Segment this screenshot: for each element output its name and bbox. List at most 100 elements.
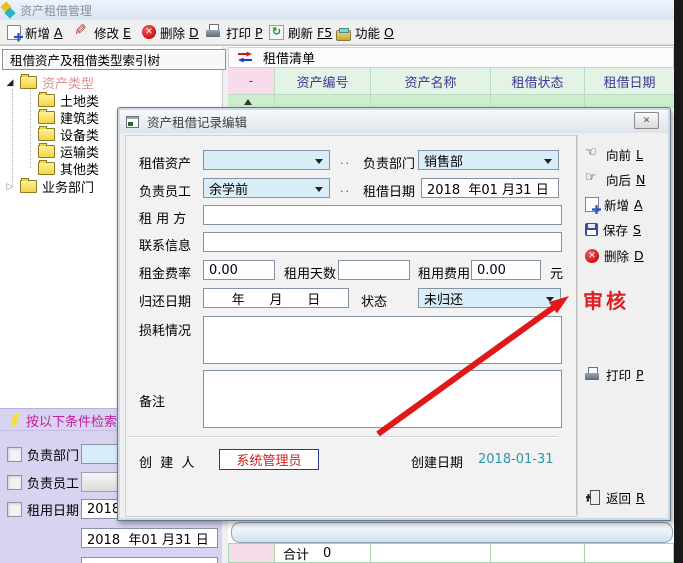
column-header-lease-date[interactable]: 租借日期 xyxy=(585,68,674,95)
employee-label: 负责员工 xyxy=(139,181,191,200)
dialog-close-button[interactable] xyxy=(634,112,659,129)
renter-label: 租 用 方 xyxy=(139,208,186,227)
lease-asset-label: 租借资产 xyxy=(139,153,191,172)
tree-node-asset-type[interactable]: ◢ 资产类型 xyxy=(5,73,94,92)
dialog-forward-button[interactable]: 向前L xyxy=(585,145,643,164)
lease-date-field[interactable]: 2018 年01 月31 日 xyxy=(421,178,559,198)
main-titlebar: 资产租借管理 xyxy=(0,0,674,21)
print-icon xyxy=(206,24,222,40)
new-icon xyxy=(585,197,599,212)
employee-checkbox[interactable] xyxy=(7,475,22,490)
employee-browse-dots[interactable]: .. xyxy=(340,182,351,195)
list-header-row: - 资产编号 资产名称 租借状态 租借日期 xyxy=(228,68,674,95)
hand-left-icon xyxy=(585,147,601,163)
fee-label: 租用费用 xyxy=(418,263,470,282)
wear-label: 损耗情况 xyxy=(139,320,191,339)
fee-field[interactable]: 0.00 xyxy=(471,260,541,280)
dialog-window-icon xyxy=(126,116,139,128)
dialog-save-button[interactable]: 保存S xyxy=(585,220,641,239)
dialog-new-button[interactable]: 新增A xyxy=(585,195,643,214)
dialog-print-button[interactable]: 打印P xyxy=(585,365,644,384)
toolbar-delete-button[interactable]: 删除D xyxy=(139,22,202,42)
delete-icon xyxy=(142,25,156,39)
lease-asset-browse-dots[interactable]: .. xyxy=(340,154,351,167)
app-logo-icon xyxy=(0,2,16,18)
note-textarea[interactable] xyxy=(203,370,562,428)
lease-list-titlebar: 租借清单 xyxy=(228,47,674,68)
fee-unit-label: 元 xyxy=(550,263,563,282)
tree-guide-line xyxy=(12,89,13,187)
employee-combo[interactable]: 余学前 xyxy=(203,178,330,198)
toolbar-refresh-button[interactable]: 刷新F5 xyxy=(266,22,335,42)
renter-field[interactable] xyxy=(203,205,562,225)
column-header-asset-no[interactable]: 资产编号 xyxy=(275,68,371,95)
tree-guide-line xyxy=(30,89,31,168)
toolbar-print-button[interactable]: 打印P xyxy=(203,22,266,42)
return-date-field[interactable]: 年 月 日 xyxy=(203,288,349,308)
screen-edge xyxy=(674,0,683,563)
horizontal-scrollbar[interactable] xyxy=(231,522,673,543)
lease-date-label: 租借日期 xyxy=(363,181,415,200)
filter-row-employee: 负责员工 xyxy=(7,473,79,492)
wear-textarea[interactable] xyxy=(203,316,562,364)
current-row-marker xyxy=(244,99,252,105)
filter-field-partial[interactable] xyxy=(81,557,218,563)
toolbar-edit-button[interactable]: 修改E xyxy=(71,22,134,42)
created-date-label: 创建日期 xyxy=(411,452,463,471)
days-label: 租用天数 xyxy=(284,263,336,282)
total-label: 合计 xyxy=(283,544,309,563)
status-label: 状态 xyxy=(361,291,387,310)
rate-label: 租金费率 xyxy=(139,263,191,282)
column-header-asset-name[interactable]: 资产名称 xyxy=(371,68,491,95)
dialog-divider xyxy=(129,436,558,438)
rate-field[interactable]: 0.00 xyxy=(203,260,275,280)
lease-asset-combo[interactable] xyxy=(203,150,330,170)
asset-rental-app-window: 资产租借管理 新增A 修改E 删除D 打印P 刷新F5 功能O xyxy=(0,0,683,563)
main-toolbar: 新增A 修改E 删除D 打印P 刷新F5 功能O xyxy=(0,20,674,44)
dialog-return-button[interactable]: 返回R xyxy=(585,488,645,507)
contact-field[interactable] xyxy=(203,232,562,252)
lease-date-checkbox[interactable] xyxy=(7,502,22,517)
lease-date-filter-field-end[interactable]: 2018 年01 月31 日 xyxy=(81,528,218,548)
contact-label: 联系信息 xyxy=(139,235,191,254)
dialog-side-panel: 向前L 向后N 新增A 保存S 删除D 审核 打印P xyxy=(577,135,669,515)
days-field[interactable] xyxy=(338,260,410,280)
lightning-icon xyxy=(9,414,20,429)
dialog-titlebar[interactable]: 资产租借记录编辑 xyxy=(120,110,668,133)
column-header-marker[interactable]: - xyxy=(228,68,275,95)
dialog-delete-button[interactable]: 删除D xyxy=(585,246,644,265)
column-header-lease-status[interactable]: 租借状态 xyxy=(491,68,585,95)
toolbar-new-button[interactable]: 新增A xyxy=(4,22,66,42)
total-row: 合计 0 xyxy=(228,543,674,563)
tree-node-other[interactable]: 其他类 xyxy=(38,159,99,178)
creator-button[interactable]: 系统管理员 xyxy=(219,449,319,470)
toolbar-function-button[interactable]: 功能O xyxy=(333,22,397,42)
print-icon xyxy=(585,367,601,383)
tree-node-business-dept[interactable]: ▷ 业务部门 xyxy=(5,177,94,196)
folder-icon xyxy=(38,128,55,141)
refresh-icon xyxy=(269,25,284,40)
tree-panel-header: 租借资产及租借类型索引树 xyxy=(2,49,226,70)
folder-icon xyxy=(38,111,55,124)
folder-icon xyxy=(38,94,55,107)
filter-row-dept: 负责部门 xyxy=(7,445,79,464)
folder-icon xyxy=(38,162,55,175)
expanded-triangle-icon[interactable]: ◢ xyxy=(5,78,15,88)
dialog-next-button[interactable]: 向后N xyxy=(585,170,645,189)
status-combo[interactable]: 未归还 xyxy=(418,288,561,308)
dept-combo[interactable]: 销售部 xyxy=(418,150,559,170)
edit-icon xyxy=(74,24,90,40)
folder-icon xyxy=(38,145,55,158)
total-value: 0 xyxy=(323,546,331,561)
dept-checkbox[interactable] xyxy=(7,447,22,462)
lease-list-title: 租借清单 xyxy=(263,48,315,67)
dialog-title: 资产租借记录编辑 xyxy=(147,112,247,131)
save-icon xyxy=(585,223,598,236)
transfer-arrows-icon xyxy=(238,52,254,64)
created-date-value: 2018-01-31 xyxy=(478,452,554,467)
note-label: 备注 xyxy=(139,391,165,410)
filter-row-lease-date: 租用日期 xyxy=(7,500,79,519)
folder-icon xyxy=(20,76,37,89)
collapsed-triangle-icon[interactable]: ▷ xyxy=(5,182,15,192)
new-icon xyxy=(7,25,21,40)
